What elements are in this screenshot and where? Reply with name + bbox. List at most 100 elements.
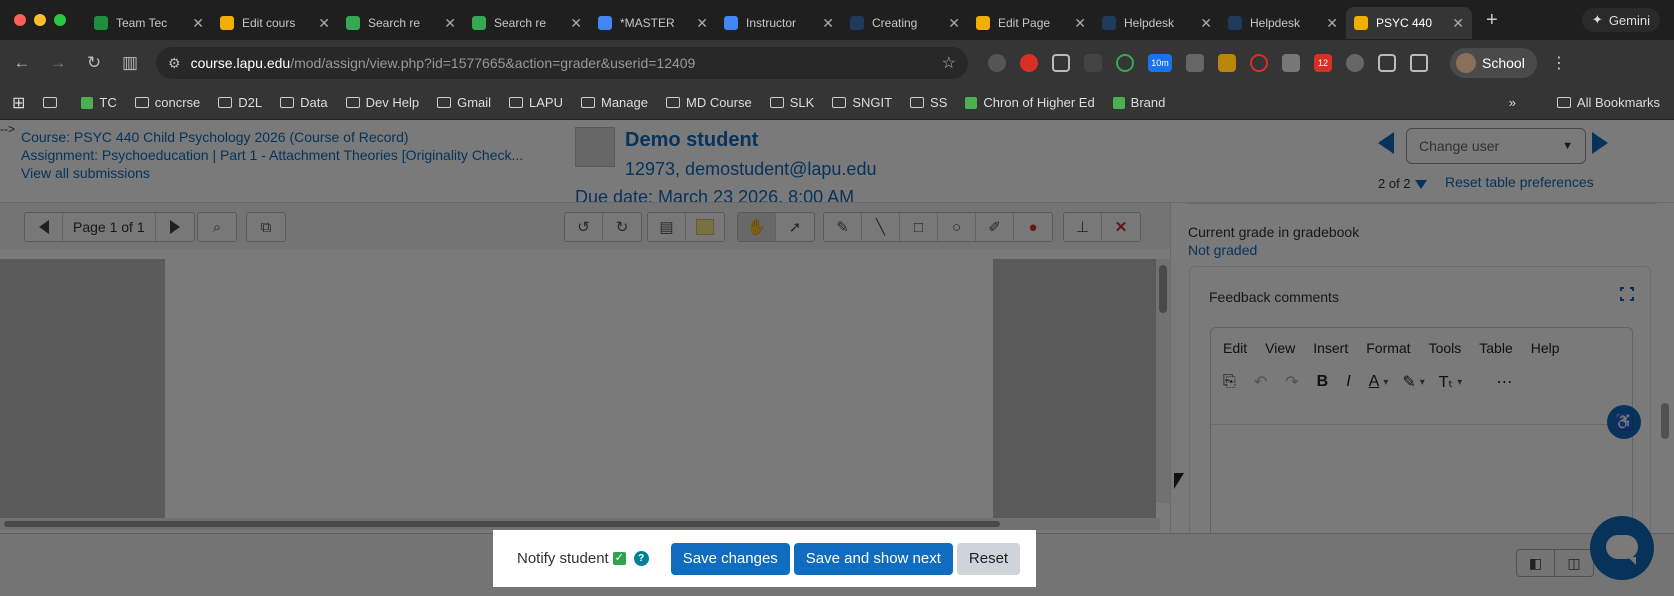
more-bookmarks-icon[interactable]: » — [1509, 95, 1516, 110]
menu-view[interactable]: View — [1265, 340, 1295, 356]
minimize-window-icon[interactable] — [34, 14, 46, 26]
menu-help[interactable]: Help — [1531, 340, 1560, 356]
text-color-icon[interactable]: A — [1369, 373, 1380, 391]
chat-icon[interactable] — [1590, 516, 1654, 580]
extension-green-icon[interactable] — [1116, 54, 1134, 72]
browser-tab[interactable]: Search re ✕ — [338, 7, 464, 39]
more-options-icon[interactable]: ⋯ — [1496, 372, 1512, 392]
menu-edit[interactable]: Edit — [1223, 340, 1247, 356]
line-icon[interactable]: ╲ — [862, 213, 900, 241]
more-menu-icon[interactable]: ⋮ — [1551, 53, 1567, 73]
browser-tab[interactable]: Helpdesk ✕ — [1094, 7, 1220, 39]
apps-grid-icon[interactable]: ⊞ — [12, 93, 25, 113]
maximize-window-icon[interactable] — [54, 14, 66, 26]
next-page-icon[interactable] — [156, 213, 194, 241]
previous-page-icon[interactable] — [25, 213, 63, 241]
pdf-viewer[interactable] — [0, 259, 1156, 521]
notify-student-checkbox[interactable]: ✓ — [612, 552, 626, 565]
save-changes-button[interactable]: Save changes — [670, 542, 790, 575]
bookmark-item[interactable]: Brand — [1112, 95, 1165, 110]
browser-tab[interactable]: PSYC 440 ✕ — [1346, 7, 1472, 39]
bookmark-folder[interactable]: Data — [280, 95, 328, 110]
bold-icon[interactable]: B — [1317, 373, 1329, 391]
browser-tab[interactable]: Helpdesk ✕ — [1220, 7, 1346, 39]
pdf-page[interactable] — [165, 259, 993, 521]
bookmark-folder[interactable]: MD Course — [665, 95, 752, 110]
bookmark-folder[interactable]: concrse — [134, 95, 200, 110]
assignment-link[interactable]: Assignment: Psychoeducation | Part 1 - A… — [21, 146, 523, 164]
comment-color-icon[interactable] — [686, 213, 724, 241]
close-tab-icon[interactable]: ✕ — [1200, 15, 1212, 32]
select-pointer-icon[interactable]: ➚ — [776, 213, 814, 241]
reset-button[interactable]: Reset — [956, 542, 1021, 575]
course-link[interactable]: Course: PSYC 440 Child Psychology 2026 (… — [21, 128, 523, 146]
reading-list-icon[interactable] — [1410, 54, 1428, 72]
bookmark-folder[interactable]: SLK — [769, 95, 814, 110]
browser-tab[interactable]: Edit Page ✕ — [968, 7, 1094, 39]
adblock-icon[interactable] — [1020, 54, 1038, 72]
fullscreen-icon[interactable] — [1619, 286, 1635, 302]
profile-button[interactable]: School — [1450, 48, 1537, 78]
close-tab-icon[interactable]: ✕ — [696, 15, 708, 32]
split-view-icon[interactable]: ▥ — [112, 53, 148, 73]
gemini-button[interactable]: ✦ Gemini — [1581, 8, 1660, 32]
help-icon[interactable]: ? — [633, 551, 649, 566]
browser-tab[interactable]: Creating ✕ — [842, 7, 968, 39]
accessibility-icon[interactable]: ♿ — [1607, 405, 1641, 439]
wordpress-icon[interactable] — [1346, 54, 1364, 72]
bookmark-folder[interactable]: SS — [910, 95, 947, 110]
comment-icon[interactable]: ▤ — [648, 213, 686, 241]
browser-tab[interactable]: Search re ✕ — [464, 7, 590, 39]
close-tab-icon[interactable]: ✕ — [1326, 15, 1338, 32]
source-code-icon[interactable]: ⎘ — [1223, 373, 1236, 391]
italic-icon[interactable]: I — [1346, 373, 1350, 391]
menu-tools[interactable]: Tools — [1429, 340, 1462, 356]
back-icon[interactable]: ← — [4, 53, 40, 73]
all-bookmarks-button[interactable]: All Bookmarks — [1556, 95, 1660, 110]
pdf-horizontal-scrollbar[interactable] — [0, 518, 1160, 530]
extension-icon[interactable] — [1186, 54, 1204, 72]
browser-tab[interactable]: Instructor ✕ — [716, 7, 842, 39]
chevron-down-icon[interactable]: ▾ — [1457, 377, 1462, 388]
chevron-down-icon[interactable]: ▾ — [1420, 377, 1425, 388]
screenshot-icon[interactable] — [1052, 54, 1070, 72]
rotate-left-icon[interactable]: ↺ — [565, 213, 603, 241]
reload-icon[interactable]: ↻ — [76, 53, 112, 73]
extension-icon[interactable] — [1218, 54, 1236, 72]
rectangle-icon[interactable]: □ — [900, 213, 938, 241]
panel-scrollbar[interactable] — [1661, 403, 1669, 439]
url-bar[interactable]: ⚙ course.lapu.edu /mod/assign/view.php?i… — [156, 47, 968, 79]
font-size-icon[interactable]: Tₜ — [1439, 372, 1454, 392]
highlight-color-icon[interactable]: ✎ — [1402, 372, 1415, 392]
previous-user-icon[interactable] — [1378, 132, 1394, 154]
next-user-icon[interactable] — [1592, 132, 1608, 154]
extension-badge-icon[interactable]: 12 — [1314, 54, 1332, 72]
close-tab-icon[interactable]: ✕ — [948, 15, 960, 32]
browser-tab[interactable]: Edit cours ✕ — [212, 7, 338, 39]
chevron-down-icon[interactable]: ▾ — [1383, 377, 1388, 388]
filter-icon[interactable] — [1414, 180, 1427, 189]
extension-icon[interactable] — [988, 54, 1006, 72]
site-info-icon[interactable]: ⚙ — [168, 55, 181, 72]
menu-format[interactable]: Format — [1366, 340, 1410, 356]
block-icon[interactable] — [1250, 54, 1268, 72]
close-tab-icon[interactable]: ✕ — [1452, 15, 1464, 32]
menu-insert[interactable]: Insert — [1313, 340, 1348, 356]
stamp-icon[interactable]: ⊥ — [1064, 213, 1102, 241]
browser-tab[interactable]: Team Tec ✕ — [86, 7, 212, 39]
forward-icon[interactable]: → — [40, 53, 76, 73]
pen-icon[interactable]: ✎ — [824, 213, 862, 241]
close-tab-icon[interactable]: ✕ — [570, 15, 582, 32]
bookmark-folder[interactable]: D2L — [218, 95, 262, 110]
search-comments-icon[interactable]: ⌕ — [198, 213, 236, 241]
calendar-extension-icon[interactable]: 10m — [1148, 54, 1172, 72]
extension-icon[interactable] — [1282, 54, 1300, 72]
new-tab-icon[interactable]: + — [1486, 9, 1498, 32]
change-user-select[interactable]: Change user ▼ — [1406, 128, 1586, 164]
undo-icon[interactable]: ↶ — [1254, 372, 1267, 392]
pan-hand-icon[interactable]: ✋ — [738, 213, 776, 241]
current-grade-value[interactable]: Not graded — [1188, 242, 1257, 258]
close-tab-icon[interactable]: ✕ — [318, 15, 330, 32]
bookmark-folder[interactable]: Gmail — [437, 95, 491, 110]
bookmark-folder[interactable]: Dev Help — [345, 95, 419, 110]
